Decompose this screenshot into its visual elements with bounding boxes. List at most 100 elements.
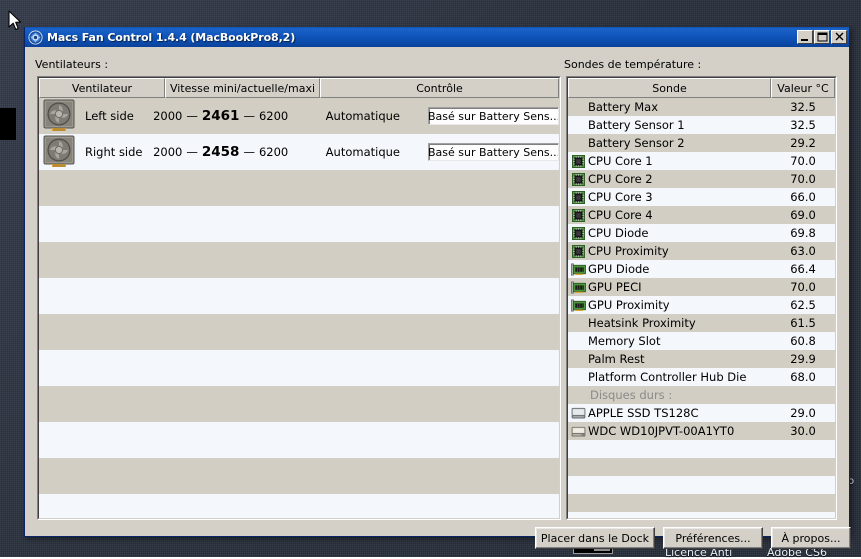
fan-speed-min: 2000	[153, 109, 182, 123]
sensor-name-label: Memory Slot	[588, 334, 771, 348]
sensor-table-row[interactable]: CPU Diode69.8	[568, 224, 835, 242]
cpu-chip-icon	[572, 173, 585, 186]
fan-col-header-controle[interactable]: Contrôle	[320, 78, 559, 98]
fan-table-empty-row	[39, 458, 559, 494]
fan-table-empty-row	[39, 494, 559, 519]
close-icon	[833, 31, 846, 43]
sensor-table-row[interactable]: CPU Core 366.0	[568, 188, 835, 206]
sensor-icon-cell	[568, 299, 588, 312]
window-title: Macs Fan Control 1.4.4 (MacBookPro8,2)	[47, 31, 796, 44]
sensor-table-row[interactable]: CPU Core 270.0	[568, 170, 835, 188]
maximize-button[interactable]	[814, 30, 830, 44]
sensor-name-label: Battery Sensor 2	[588, 136, 771, 150]
hdd-drive-icon	[571, 425, 586, 437]
sensor-icon-cell	[568, 227, 588, 240]
gpu-card-icon	[571, 263, 586, 276]
minimize-icon	[799, 31, 812, 43]
sensor-table-row[interactable]: Memory Slot60.8	[568, 332, 835, 350]
sensor-name-label: Platform Controller Hub Die	[588, 370, 771, 384]
fan-speed-min: 2000	[153, 145, 182, 159]
sensor-table-row[interactable]: Palm Rest29.9	[568, 350, 835, 368]
sensor-name-label: WDC WD10JPVT-00A1YT0	[588, 424, 771, 438]
fan-speed-dash-right: —	[243, 109, 255, 123]
sensor-name-label: GPU Diode	[588, 262, 771, 276]
cpu-chip-icon	[572, 227, 585, 240]
sensor-value-label: 29.2	[771, 136, 835, 150]
preferences-button[interactable]: Préférences...	[663, 527, 763, 549]
fan-speed-dash-left: —	[186, 109, 198, 123]
fan-speed-dash-left: —	[186, 145, 198, 159]
fan-icon	[43, 99, 77, 133]
sensor-icon-cell	[568, 173, 588, 186]
sensor-table-row[interactable]: Battery Sensor 229.2	[568, 134, 835, 152]
fan-table-empty-row	[39, 206, 559, 242]
fans-section-label: Ventilateurs :	[35, 58, 108, 71]
fan-mode-label: Automatique	[326, 109, 400, 123]
sensor-value-label: 29.9	[771, 352, 835, 366]
sensor-table-row[interactable]: CPU Proximity63.0	[568, 242, 835, 260]
sensor-name-label: CPU Core 3	[588, 190, 771, 204]
sensor-table-body: Battery Max32.5Battery Sensor 132.5Batte…	[568, 98, 835, 518]
fan-control-cell: Automatique Basé sur Battery Sens...	[290, 107, 559, 125]
sensor-col-header-valeur[interactable]: Valeur °C	[771, 78, 835, 98]
gpu-card-icon	[571, 281, 586, 294]
sensor-name-label: Heatsink Proximity	[588, 316, 771, 330]
fan-speed-current: 2461	[202, 108, 240, 124]
fan-speed-cell: 2000—2461—6200	[152, 108, 290, 124]
sensor-table-inner: Sonde Valeur °C Battery Max32.5Battery S…	[567, 77, 836, 519]
fan-sensor-select-button[interactable]: Basé sur Battery Sens...	[428, 143, 559, 161]
sensor-table-row[interactable]: Battery Max32.5	[568, 98, 835, 116]
gpu-card-icon	[571, 299, 586, 312]
sensor-table-row[interactable]: Heatsink Proximity61.5	[568, 314, 835, 332]
fan-sensor-select-button[interactable]: Basé sur Battery Sens...	[428, 107, 559, 125]
sensor-name-label: CPU Core 2	[588, 172, 771, 186]
fan-speed-max: 6200	[259, 145, 288, 159]
sensor-value-label: 68.0	[771, 370, 835, 384]
sensor-name-label: GPU PECI	[588, 280, 771, 294]
about-button[interactable]: À propos...	[771, 527, 851, 549]
fan-table-empty-row	[39, 314, 559, 350]
sensor-table-row[interactable]: Platform Controller Hub Die68.0	[568, 368, 835, 386]
sensor-table-row[interactable]: GPU Diode66.4	[568, 260, 835, 278]
fan-speed-current: 2458	[202, 144, 240, 160]
sensor-value-label: 63.0	[771, 244, 835, 258]
sensor-value-label: 62.5	[771, 298, 835, 312]
fan-sensor-select-label: Basé sur Battery Sens...	[428, 146, 559, 159]
sensor-name-label: Battery Max	[588, 100, 771, 114]
fan-table-row[interactable]: Right side2000—2458—6200AutomatiqueBasé …	[39, 134, 559, 170]
place-in-dock-button[interactable]: Placer dans le Dock	[535, 527, 655, 549]
fan-table-empty-row	[39, 170, 559, 206]
fan-name-label: Right side	[85, 145, 143, 159]
sensor-table-row[interactable]: GPU PECI70.0	[568, 278, 835, 296]
sensor-value-label: 61.5	[771, 316, 835, 330]
fan-speed-dash-right: —	[243, 145, 255, 159]
sensor-col-header-sonde[interactable]: Sonde	[568, 78, 771, 98]
fan-speed-cell: 2000—2458—6200	[152, 144, 290, 160]
fan-mode-label: Automatique	[326, 145, 400, 159]
sensor-table-row[interactable]: CPU Core 170.0	[568, 152, 835, 170]
fan-col-header-ventilateur[interactable]: Ventilateur	[39, 78, 165, 98]
ssd-drive-icon	[571, 407, 586, 419]
cpu-chip-icon	[572, 245, 585, 258]
sensor-value-label: 70.0	[771, 154, 835, 168]
window-titlebar[interactable]: Macs Fan Control 1.4.4 (MacBookPro8,2)	[25, 27, 849, 47]
sensor-table-row[interactable]: Disques durs :	[568, 386, 835, 404]
sensor-table-row[interactable]: CPU Core 469.0	[568, 206, 835, 224]
sensor-icon-cell	[568, 191, 588, 204]
desktop-background: Licence Anti Adobe CS6 Jo Macs Fan Contr…	[0, 0, 861, 557]
close-button[interactable]	[831, 30, 847, 44]
sensor-table-row[interactable]: WDC WD10JPVT-00A1YT030.0	[568, 422, 835, 440]
sensor-table-row[interactable]: APPLE SSD TS128C29.0	[568, 404, 835, 422]
sensor-table-row[interactable]: GPU Proximity62.5	[568, 296, 835, 314]
sensors-section-label: Sondes de température :	[564, 58, 701, 71]
sensor-value-label: 66.4	[771, 262, 835, 276]
fan-col-header-vitesse[interactable]: Vitesse mini/actuelle/maxi	[165, 78, 320, 98]
minimize-button[interactable]	[797, 30, 813, 44]
cpu-chip-icon	[572, 155, 585, 168]
sensor-table-row[interactable]: Battery Sensor 132.5	[568, 116, 835, 134]
fan-table-row[interactable]: Left side2000—2461—6200AutomatiqueBasé s…	[39, 98, 559, 134]
sensor-name-label: CPU Core 4	[588, 208, 771, 222]
sensor-icon-cell	[568, 263, 588, 276]
fan-table-empty-row	[39, 350, 559, 386]
macs-fan-control-window: Macs Fan Control 1.4.4 (MacBookPro8,2)	[24, 27, 850, 537]
